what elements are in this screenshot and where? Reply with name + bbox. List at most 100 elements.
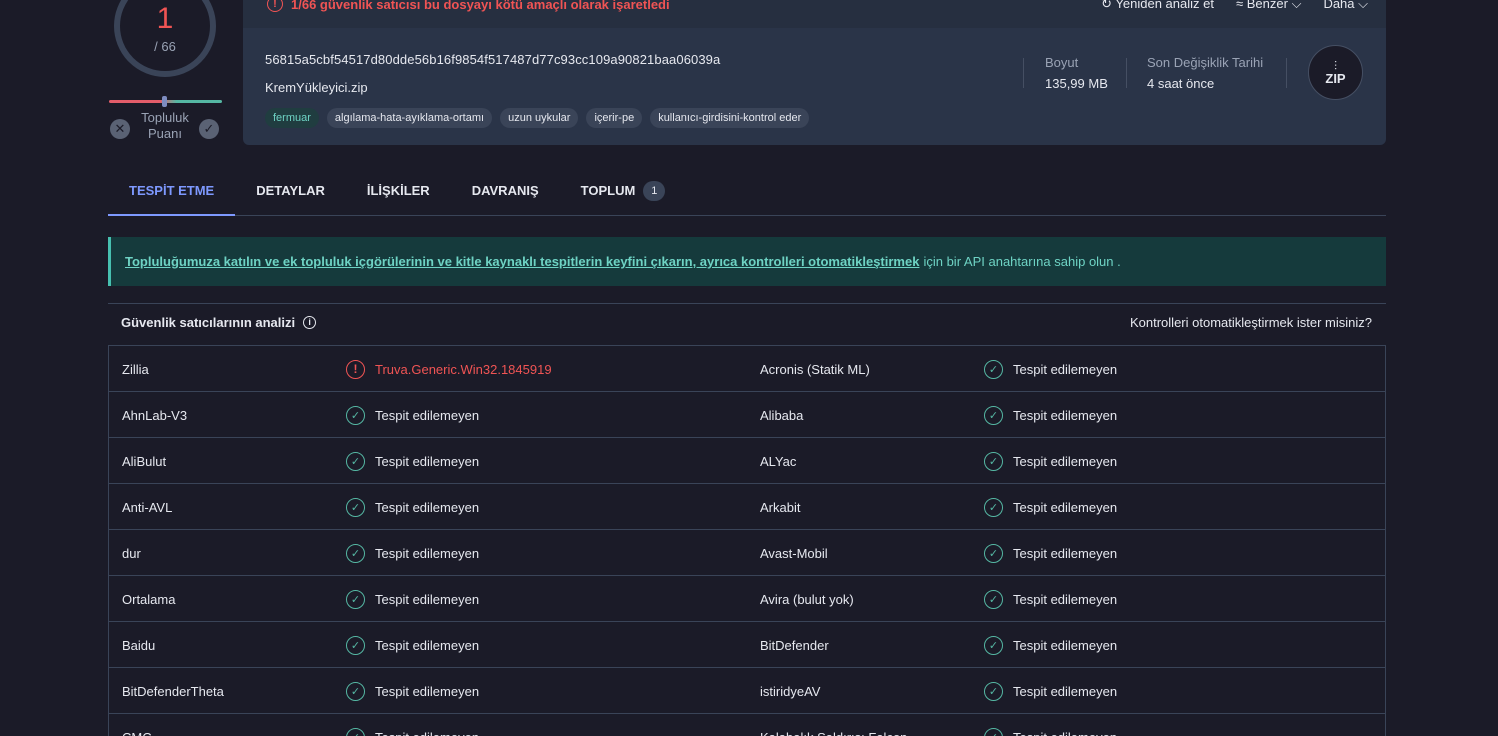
- vendor-result: ✓ Tespit edilemeyen: [984, 622, 1117, 668]
- vendor-result: ✓ Tespit edilemeyen: [984, 714, 1117, 736]
- vendor-result: ✓ Tespit edilemeyen: [346, 438, 479, 484]
- size-label: Boyut: [1045, 55, 1079, 70]
- vendor-result: ✓ Tespit edilemeyen: [984, 668, 1117, 714]
- vendor-result-text: Tespit edilemeyen: [1013, 361, 1118, 377]
- vendor-result: ✓ Tespit edilemeyen: [984, 392, 1117, 438]
- tab-4[interactable]: TOPLUM 1: [560, 166, 687, 215]
- tab-2[interactable]: İLİŞKİLER: [346, 166, 451, 215]
- file-type-label: ZIP: [1325, 70, 1346, 86]
- vendor-result: ✓ Tespit edilemeyen: [984, 346, 1117, 392]
- community-score-label: Topluluk Puanı: [131, 110, 199, 142]
- vendor-result-text: Tespit edilemeyen: [375, 637, 480, 653]
- similar-icon: ≈: [1235, 0, 1244, 11]
- vendor-result-text: Tespit edilemeyen: [1013, 683, 1118, 699]
- vendor-name: Zillia: [122, 361, 149, 377]
- tab-label: TOPLUM: [580, 183, 636, 198]
- vote-malicious-button[interactable]: ✕: [110, 119, 130, 139]
- vendor-result: ✓ Tespit edilemeyen: [346, 622, 479, 668]
- file-tags: fermuar algılama-hata-ayıklama-ortamı uzun…: [265, 108, 810, 128]
- vendor-result: ✓ Tespit edilemeyen: [346, 714, 479, 736]
- zip-file-icon: ⫶ ZIP: [1308, 45, 1363, 100]
- check-circle-icon: ✓: [984, 451, 1003, 471]
- check-circle-icon: ✓: [346, 497, 365, 517]
- vendor-result: ! Truva.Generic.Win32.1845919: [346, 346, 552, 392]
- table-row: Anti-AVL ✓ Tespit edilemeyen Arkabit ✓ Tespit…: [109, 484, 1385, 530]
- file-tag[interactable]: fermuar: [265, 108, 319, 128]
- vendor-result: ✓ Tespit edilemeyen: [346, 530, 479, 576]
- vendor-result-text: Tespit edilemeyen: [1013, 730, 1117, 736]
- refresh-icon: ↻: [1101, 0, 1113, 11]
- community-score-text: Topluluk Puanı: [141, 110, 189, 141]
- join-community-link[interactable]: Topluluğumuza katılın ve ek topluluk içg…: [125, 254, 919, 269]
- tab-3[interactable]: DAVRANIŞ: [451, 166, 560, 215]
- modified-label: Son Değişiklik Tarihi: [1147, 55, 1264, 70]
- modified-value: 4 saat önce: [1147, 76, 1215, 91]
- check-circle-icon: ✓: [984, 497, 1003, 517]
- exclamation-circle-icon: !: [267, 0, 283, 12]
- tab-1[interactable]: DETAYLAR: [235, 166, 346, 215]
- detection-alert-text: 1/66 güvenlik satıcısı bu dosyayı kötü a…: [291, 0, 670, 12]
- vendor-result-text: Tespit edilemeyen: [375, 730, 479, 736]
- similar-button[interactable]: ≈ Benzer ⌵: [1236, 0, 1301, 12]
- vendor-name: istiridyeAV: [760, 683, 821, 699]
- vendor-result-text: Tespit edilemeyen: [1013, 499, 1118, 515]
- check-circle-icon: ✓: [984, 681, 1003, 701]
- close-icon: ✕: [114, 121, 126, 136]
- vendor-results-table: Zillia! Truva.Generic.Win32.1845919 Acroni…: [108, 345, 1386, 736]
- tab-label: TESPİT ETME: [129, 182, 215, 198]
- tab-count-badge: 1: [643, 180, 666, 201]
- check-circle-icon: ✓: [346, 405, 365, 425]
- tab-label: DAVRANIŞ: [471, 183, 539, 198]
- file-tag[interactable]: kullanıcı-girdisini-kontrol eder: [650, 108, 810, 128]
- chevron-down-icon: ⌵: [1291, 0, 1302, 11]
- vendor-result-text: Tespit edilemeyen: [375, 407, 480, 423]
- table-row: BitDefenderTheta ✓ Tespit edilemeyen istiri…: [109, 668, 1385, 714]
- detection-count: 1: [156, 2, 174, 35]
- vendor-result: ✓ Tespit edilemeyen: [984, 530, 1117, 576]
- vendor-name: Arkabit: [760, 499, 801, 515]
- check-circle-icon: ✓: [346, 589, 365, 609]
- more-button[interactable]: Daha ⌵: [1323, 0, 1368, 12]
- check-circle-icon: ✓: [346, 543, 365, 563]
- automate-checks-link[interactable]: Kontrolleri otomatikleştirmek ister misi…: [1130, 315, 1372, 330]
- detection-alert: ! 1/66 güvenlik satıcısı bu dosyayı kötü…: [267, 0, 670, 12]
- report-tabs: TESPİT ETME DETAYLAR İLİŞKİLER DAVRANIŞ TOPL…: [108, 166, 1386, 216]
- vendor-name: Baidu: [122, 637, 156, 653]
- file-hash[interactable]: 56815a5cbf54517d80dde56b16f9854f517487d7…: [265, 52, 720, 67]
- tab-label: DETAYLAR: [256, 183, 325, 198]
- check-circle-icon: ✓: [346, 451, 365, 471]
- check-icon: ✓: [203, 121, 215, 136]
- vendor-result-text: Tespit edilemeyen: [375, 453, 480, 469]
- vendor-name: Kalabalık Saldırısı Falcon: [760, 714, 907, 736]
- community-score-marker: [162, 96, 167, 107]
- file-tag[interactable]: algılama-hata-ayıklama-ortamı: [326, 108, 493, 128]
- check-circle-icon: ✓: [984, 359, 1003, 379]
- info-icon[interactable]: i: [303, 315, 317, 329]
- vendor-name: dur: [122, 545, 141, 561]
- chevron-down-icon: ⌵: [1358, 0, 1368, 11]
- file-name: KremYükleyici.zip: [265, 80, 368, 95]
- vendor-result: ✓ Tespit edilemeyen: [984, 438, 1117, 484]
- tab-0[interactable]: TESPİT ETME: [108, 166, 236, 216]
- vote-harmless-button[interactable]: ✓: [199, 119, 219, 139]
- check-circle-icon: ✓: [984, 589, 1003, 609]
- vendor-result-text: Tespit edilemeyen: [375, 683, 480, 699]
- file-tag[interactable]: uzun uykular: [500, 108, 579, 128]
- meta-divider: [1023, 58, 1024, 88]
- vendor-result-text: Tespit edilemeyen: [375, 591, 480, 607]
- vendor-result-text[interactable]: Truva.Generic.Win32.1845919: [375, 362, 552, 377]
- table-row: CMC ✓ Tespit edilemeyen Kalabalık Saldırısı…: [109, 714, 1385, 736]
- vendor-name: CMC: [122, 714, 152, 736]
- reanalyze-button[interactable]: ↻ Yeniden analiz et: [1101, 0, 1214, 12]
- vendor-result-text: Tespit edilemeyen: [1013, 407, 1118, 423]
- file-tag[interactable]: içerir-pe: [586, 108, 643, 128]
- vendor-name: BitDefender: [760, 637, 829, 653]
- vendor-name: Alibaba: [760, 407, 804, 423]
- vendor-result-text: Tespit edilemeyen: [1013, 545, 1118, 561]
- similar-label: Benzer: [1246, 0, 1288, 11]
- vendor-result: ✓ Tespit edilemeyen: [346, 484, 479, 530]
- more-label: Daha: [1323, 0, 1355, 11]
- vendor-result: ✓ Tespit edilemeyen: [984, 576, 1117, 622]
- vendor-result-text: Tespit edilemeyen: [375, 545, 480, 561]
- size-value: 135,99 MB: [1045, 76, 1108, 91]
